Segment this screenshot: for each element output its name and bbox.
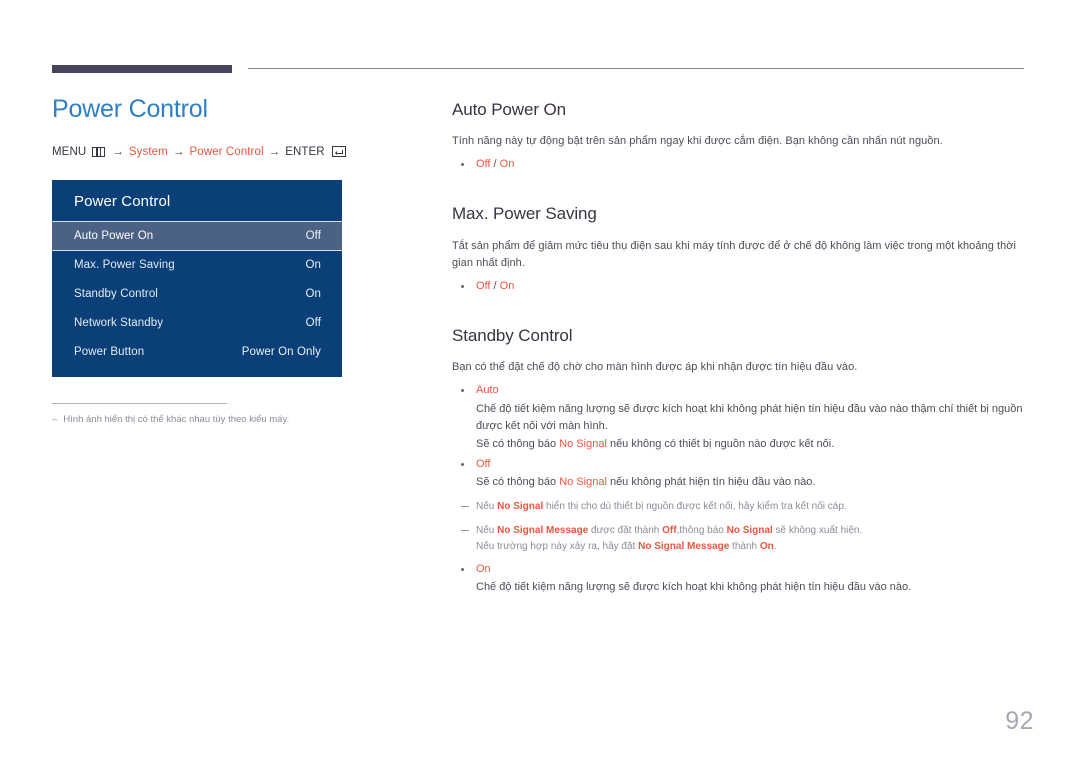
- option-on: On: [499, 158, 515, 171]
- breadcrumb-arrow-3: →: [268, 145, 281, 158]
- text-mid-1: được đặt thành: [588, 524, 663, 536]
- osd-row-label: Max. Power Saving: [74, 259, 175, 271]
- text-post: sẽ không xuất hiện.: [772, 524, 863, 536]
- osd-menu-title: Power Control: [74, 192, 171, 210]
- option-list-standby-control: Auto Chế độ tiết kiệm năng lượng sẽ được…: [452, 382, 1030, 490]
- osd-row-power-button[interactable]: Power Button Power On Only: [52, 338, 342, 367]
- text-mid-2: ,thông báo: [676, 524, 727, 536]
- breadcrumb-arrow-2: →: [172, 145, 185, 158]
- option-on-description: Chế độ tiết kiệm năng lượng sẽ được kích…: [476, 580, 912, 593]
- list-item-auto: Auto Chế độ tiết kiệm năng lượng sẽ được…: [452, 382, 1030, 452]
- osd-row-label: Standby Control: [74, 288, 158, 300]
- right-column: Auto Power On Tính năng này tự động bật …: [452, 100, 1030, 596]
- breadcrumb-item-system: System: [128, 145, 168, 158]
- option-off-description: Sẽ có thông báo No Signal nếu không phát…: [476, 474, 1030, 491]
- text-pre: Nếu: [476, 524, 498, 536]
- list-item-off: Off Sẽ có thông báo No Signal nếu không …: [452, 456, 1030, 491]
- osd-row-value: Power On Only: [241, 346, 321, 358]
- menu-bars-icon: [92, 146, 106, 157]
- osd-row-value: On: [305, 259, 321, 271]
- section-heading-auto-power-on: Auto Power On: [452, 100, 566, 119]
- header-rule-thin: [248, 68, 1024, 69]
- osd-menu-panel: Power Control Auto Power On Off Max. Pow…: [52, 179, 342, 377]
- standby-note-2: Nếu No Signal Message được đặt thành Off…: [452, 523, 1030, 555]
- section-paragraph-standby-control: Bạn có thể đặt chế độ chờ cho màn hình đ…: [452, 361, 858, 374]
- option-list-max-power-saving: Off / On: [452, 278, 1030, 295]
- footnote: – Hình ảnh hiển thị có thể khác nhau tùy…: [52, 413, 289, 427]
- text-post: nếu không phát hiện tín hiệu đầu vào nào…: [606, 475, 816, 488]
- option-off: Off: [476, 279, 491, 292]
- page-title: Power Control: [52, 95, 208, 123]
- text-post: .: [773, 540, 777, 552]
- no-signal-accent: No Signal: [559, 475, 607, 488]
- breadcrumb: MENU → System → Power Control → ENTER: [52, 146, 412, 158]
- no-signal-accent: No Signal: [497, 500, 544, 512]
- left-column: Power Control MENU → System → Power Cont…: [52, 95, 412, 427]
- text-mid: thành: [729, 540, 760, 552]
- osd-row-label: Network Standby: [74, 317, 164, 329]
- section-heading-standby-control: Standby Control: [452, 326, 573, 346]
- no-signal-accent: No Signal: [559, 437, 607, 450]
- footnote-block: – Hình ảnh hiển thị có thể khác nhau tùy…: [52, 402, 289, 427]
- option-separator: /: [493, 279, 497, 292]
- list-item-on: On Chế độ tiết kiệm năng lượng sẽ được k…: [452, 561, 1030, 596]
- breadcrumb-menu-label: MENU: [52, 145, 87, 158]
- option-on-label: On: [476, 562, 491, 575]
- osd-row-auto-power-on[interactable]: Auto Power On Off: [52, 220, 342, 251]
- osd-row-network-standby[interactable]: Network Standby Off: [52, 309, 342, 338]
- list-item: Off / On: [452, 156, 1030, 173]
- breadcrumb-item-power-control: Power Control: [189, 145, 264, 158]
- footnote-dash: –: [52, 413, 58, 425]
- osd-row-max-power-saving[interactable]: Max. Power Saving On: [52, 251, 342, 280]
- option-list-auto-power-on: Off / On: [452, 156, 1030, 173]
- header-rule-thick: [52, 65, 232, 73]
- option-separator: /: [493, 158, 497, 171]
- footnote-text: Hình ảnh hiển thị có thể khác nhau tùy t…: [63, 413, 290, 425]
- footnote-divider: [52, 402, 227, 404]
- off-accent: Off: [662, 524, 677, 536]
- page-number: 92: [1005, 707, 1034, 735]
- option-auto-label: Auto: [476, 384, 499, 397]
- section-paragraph-auto-power-on: Tính năng này tự động bật trên sản phẩm …: [452, 135, 943, 148]
- enter-key-icon: [331, 146, 346, 157]
- osd-row-standby-control[interactable]: Standby Control On: [52, 280, 342, 309]
- list-item: Off / On: [452, 278, 1030, 295]
- text-pre: Nếu: [476, 500, 498, 512]
- osd-row-value: Off: [305, 317, 321, 329]
- no-signal-accent: No Signal: [726, 524, 773, 536]
- text-pre: Sẽ có thông báo: [476, 437, 560, 450]
- option-off: Off: [476, 158, 491, 171]
- osd-row-value: Off: [305, 229, 321, 242]
- document-page: Power Control MENU → System → Power Cont…: [0, 0, 1080, 763]
- breadcrumb-enter-label: ENTER: [285, 145, 325, 158]
- option-on: On: [499, 279, 515, 292]
- osd-row-label: Power Button: [74, 346, 145, 358]
- option-off-label: Off: [476, 457, 491, 470]
- no-signal-message-accent: No Signal Message: [497, 524, 589, 536]
- on-accent: On: [759, 540, 774, 552]
- option-auto-description: Chế độ tiết kiệm năng lượng sẽ được kích…: [476, 402, 1023, 432]
- standby-note-1: Nếu No Signal hiển thị cho dù thiết bị n…: [452, 499, 1030, 515]
- section-heading-max-power-saving: Max. Power Saving: [452, 204, 597, 224]
- standby-note-2-continuation: Nếu trường hợp này xảy ra, hãy đặt No Si…: [476, 539, 1030, 555]
- text-post: hiển thị cho dù thiết bị nguồn được kết …: [543, 500, 847, 512]
- no-signal-message-accent: No Signal Message: [638, 540, 730, 552]
- osd-row-label: Auto Power On: [74, 229, 154, 242]
- text-pre: Sẽ có thông báo: [476, 475, 560, 488]
- text-post: nếu không có thiết bị nguồn nào được kết…: [606, 437, 835, 450]
- text-pre: Nếu trường hợp này xảy ra, hãy đặt: [476, 540, 639, 552]
- option-auto-note: Sẽ có thông báo No Signal nếu không có t…: [476, 436, 1030, 453]
- option-list-standby-on: On Chế độ tiết kiệm năng lượng sẽ được k…: [452, 561, 1030, 596]
- section-paragraph-max-power-saving: Tắt sản phẩm để giảm mức tiêu thụ điện s…: [452, 239, 1016, 269]
- breadcrumb-arrow-1: →: [112, 145, 124, 158]
- osd-row-value: On: [305, 288, 321, 300]
